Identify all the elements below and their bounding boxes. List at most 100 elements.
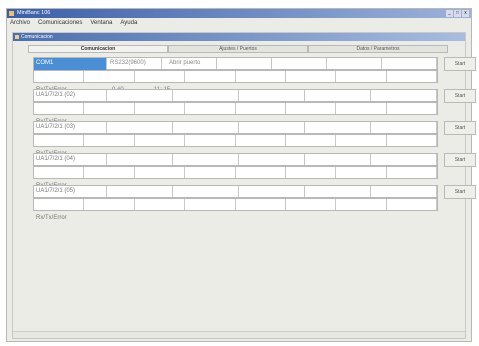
status-cell [185, 71, 236, 82]
status-cell [185, 199, 236, 210]
status-cell [34, 167, 85, 178]
menu-archivo[interactable]: Archivo [10, 19, 30, 28]
tab-ajustes[interactable]: Ajustes / Puertos [168, 45, 308, 53]
status-cell [336, 103, 387, 114]
channel-row: COM1 RS232(9600) Abrir puerto Start [33, 57, 476, 93]
channel-row-status: Rx/Tx/Error 0 #0 11: 15 [33, 70, 438, 93]
channel-name: UA1/7/2/1 (04) [36, 156, 76, 162]
channel-panel: COM1 RS232(9600) Abrir puerto Start UA1/… [33, 57, 476, 267]
detail-cell [239, 154, 305, 165]
status-cell [336, 199, 387, 210]
bottom-scrollbar[interactable] [13, 331, 465, 338]
channel-cell [107, 122, 173, 133]
menu-bar: Archivo Comunicaciones Ventana Ayuda [7, 19, 471, 28]
status-cell [236, 167, 286, 178]
channel-row-top: COM1 RS232(9600) Abrir puerto [33, 57, 438, 71]
channel-row: UA1/7/2/1 (04) Rx/Tx/Error Start [33, 153, 476, 189]
start-button[interactable]: Start [444, 89, 476, 103]
port-value: RS232(9600) [110, 60, 146, 66]
channel-row-top: UA1/7/2/1 (04) [33, 153, 438, 166]
detail-cell [173, 186, 239, 197]
child-icon [15, 35, 19, 39]
status-cell [135, 71, 186, 82]
detail-cell [382, 58, 437, 69]
channel-cell [107, 186, 173, 197]
status-cell [185, 167, 236, 178]
status-cell [236, 199, 286, 210]
channel-name: UA1/7/2/1 (03) [36, 124, 76, 130]
detail-cell [305, 154, 371, 165]
tab-parametros[interactable]: Datos / Parametros [308, 45, 448, 53]
status-cell [387, 71, 437, 82]
channel-row-status: Rx/Tx/Error [33, 102, 438, 125]
channel-name: COM1 [36, 60, 54, 66]
channel-name: UA1/7/2/1 (02) [36, 92, 76, 98]
channel-row: UA1/7/2/1 (02) Rx/Tx/Error Start [33, 89, 476, 125]
status-cell [84, 71, 135, 82]
child-window: Comunicacion Comunicacion Ajustes / Puer… [12, 32, 476, 339]
status-cell [34, 71, 85, 82]
window-controls: _ □ x [446, 10, 469, 17]
title-bar: MiniBanc 106 _ □ x [7, 9, 471, 18]
channel-row: UA1/7/2/1 (03) Rx/Tx/Error Start [33, 121, 476, 157]
channel-row-top: UA1/7/2/1 (03) [33, 121, 438, 134]
channel-cell [107, 154, 173, 165]
channel-name: UA1/7/2/1 (05) [36, 188, 76, 194]
status-cell [336, 71, 387, 82]
close-button[interactable]: x [462, 10, 469, 17]
status-cell [236, 103, 286, 114]
status-cell [336, 135, 387, 146]
child-title-bar: Comunicacion [13, 33, 465, 41]
channel-row-top: UA1/7/2/1 (05) [33, 185, 438, 198]
status-cell [34, 135, 85, 146]
status-cell [387, 199, 437, 210]
maximize-button[interactable]: □ [454, 10, 461, 17]
channel-row-top: UA1/7/2/1 (02) [33, 89, 438, 102]
status-cell [236, 71, 286, 82]
channel-row: UA1/7/2/1 (05) Rx/Tx/Error Start [33, 185, 476, 221]
status-cell [286, 135, 337, 146]
start-button[interactable]: Start [444, 121, 476, 135]
detail-cell [305, 186, 371, 197]
detail-cell [371, 186, 437, 197]
status-cell [387, 103, 437, 114]
tab-comunicacion[interactable]: Comunicacion [28, 45, 168, 53]
status-cell [286, 167, 337, 178]
status-cell [84, 135, 135, 146]
status-cell [135, 103, 186, 114]
status-cell [185, 103, 236, 114]
status-cell [135, 199, 186, 210]
detail-cell [272, 58, 327, 69]
start-button[interactable]: Start [444, 57, 476, 71]
detail-cell [371, 90, 437, 101]
detail-cell [371, 122, 437, 133]
status-cell [34, 199, 85, 210]
status-cell [387, 167, 437, 178]
port-detail: Abrir puerto [169, 60, 201, 66]
status-cell [135, 167, 186, 178]
detail-cell [305, 90, 371, 101]
start-button[interactable]: Start [444, 153, 476, 167]
menu-ventana[interactable]: Ventana [90, 19, 112, 28]
status-label: Rx/Tx/Error [36, 215, 67, 221]
channel-row-status: Rx/Tx/Error [33, 134, 438, 157]
status-cell [135, 135, 186, 146]
child-title: Comunicacion [21, 34, 53, 40]
status-cell [185, 135, 236, 146]
status-cell [84, 199, 135, 210]
status-cell [336, 167, 387, 178]
menu-comunicaciones[interactable]: Comunicaciones [38, 19, 82, 28]
minimize-button[interactable]: _ [446, 10, 453, 17]
detail-cell [327, 58, 382, 69]
main-window: MiniBanc 106 _ □ x Archivo Comunicacione… [6, 8, 476, 342]
tab-strip: Comunicacion Ajustes / Puertos Datos / P… [28, 45, 448, 53]
detail-cell [173, 90, 239, 101]
channel-cell [107, 90, 173, 101]
status-cell [286, 71, 337, 82]
channel-row-status: Rx/Tx/Error [33, 166, 438, 189]
status-cell [387, 135, 437, 146]
status-cell [84, 103, 135, 114]
app-icon [9, 11, 14, 16]
start-button[interactable]: Start [444, 185, 476, 199]
menu-ayuda[interactable]: Ayuda [120, 19, 137, 28]
